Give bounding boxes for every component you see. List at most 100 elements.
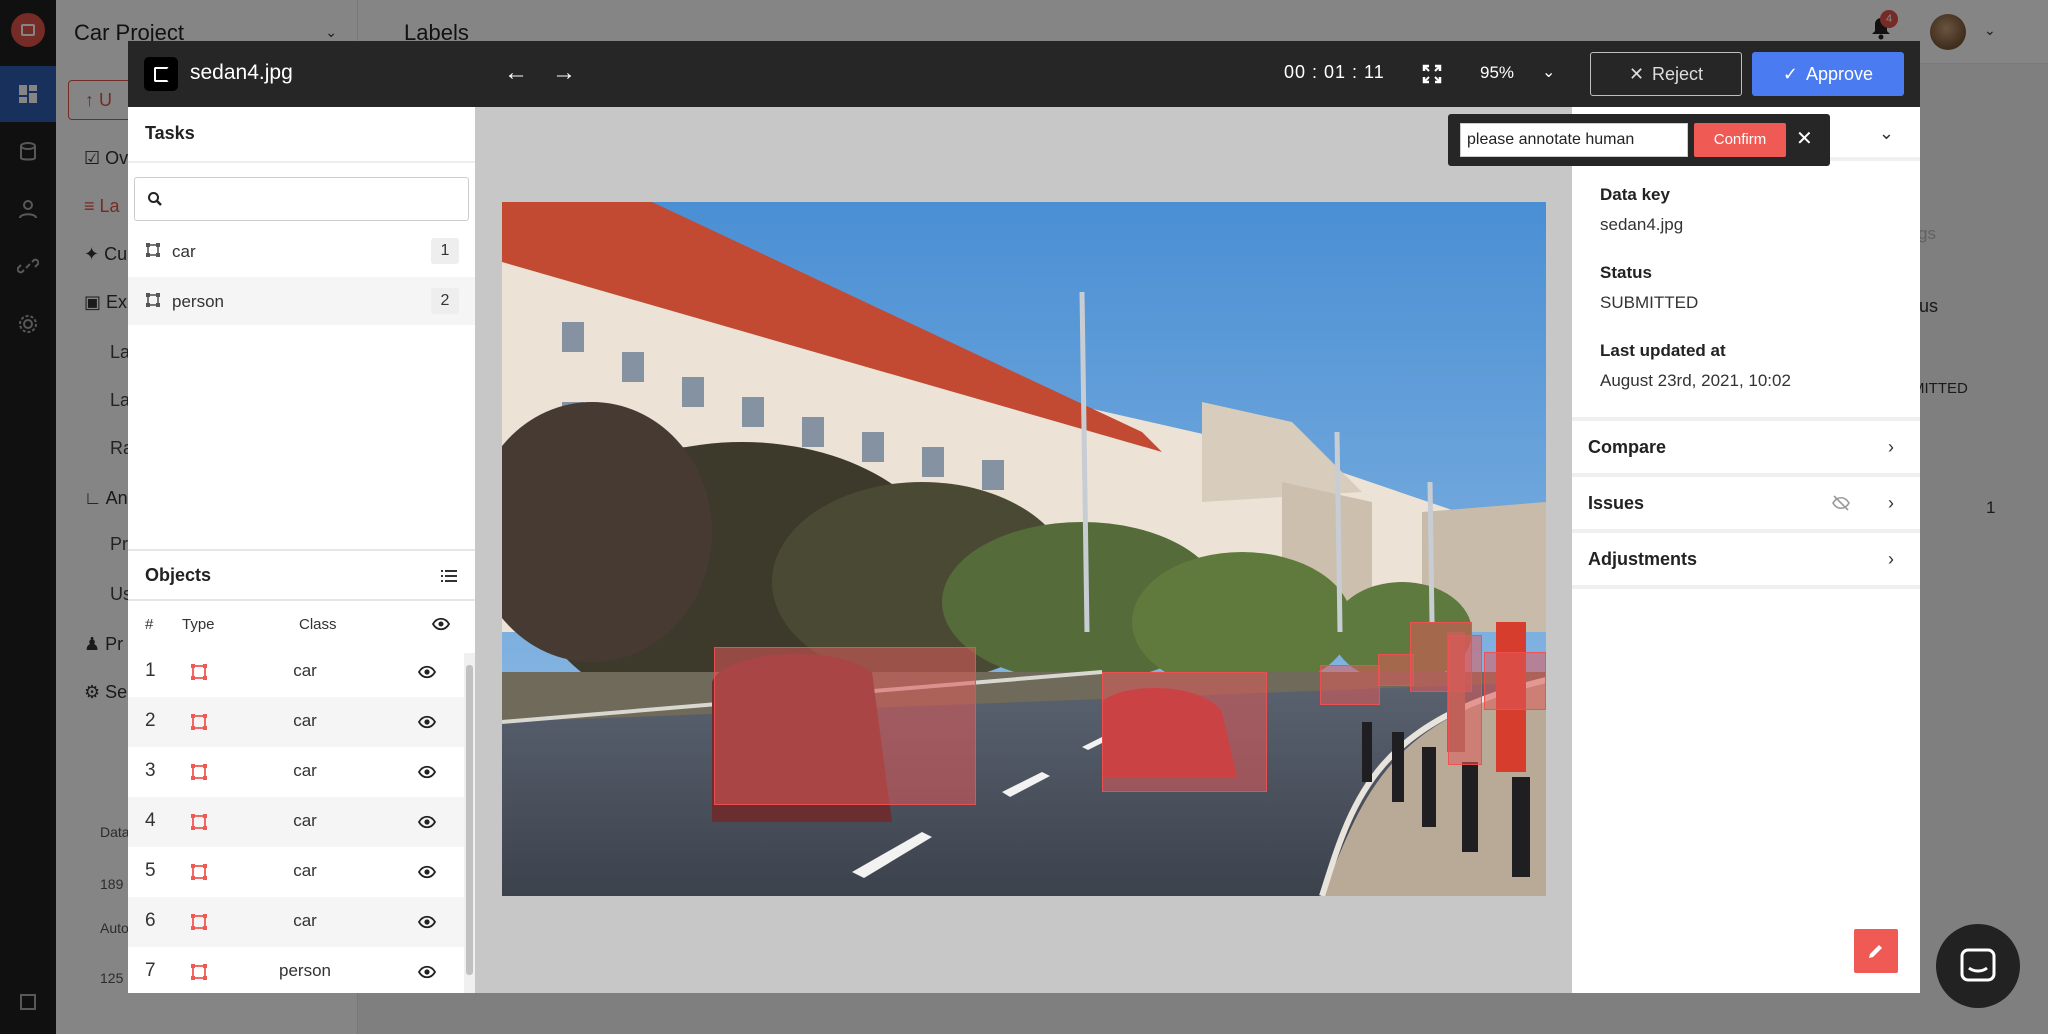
details-panel: ⌄ Data key sedan4.jpg Status SUBMITTED L… bbox=[1572, 107, 1920, 993]
objects-title: Objects bbox=[145, 565, 212, 585]
eye-icon[interactable] bbox=[418, 814, 436, 830]
tasks-objects-panel: Tasks car 1 person 2 Objects # Type Clas… bbox=[128, 107, 475, 993]
annotation-modal: sedan4.jpg ← → 00 : 01 : 11 95% ⌄ ✕ Rejec… bbox=[128, 41, 1920, 993]
object-num: 3 bbox=[145, 760, 156, 781]
object-num: 1 bbox=[145, 660, 156, 681]
col-type: Type bbox=[182, 616, 215, 633]
col-num: # bbox=[145, 616, 154, 633]
section-adjustments[interactable]: Adjustments › bbox=[1572, 529, 1920, 589]
task-count: 2 bbox=[431, 288, 459, 314]
object-row[interactable]: 2 car bbox=[128, 697, 464, 747]
section-title: Compare bbox=[1588, 437, 1667, 457]
objects-columns: # Type Class bbox=[128, 603, 475, 645]
object-row[interactable]: 1 car bbox=[128, 647, 464, 697]
object-class: car bbox=[293, 911, 317, 930]
fullscreen-icon[interactable] bbox=[1422, 64, 1442, 84]
eye-icon[interactable] bbox=[418, 914, 436, 930]
zoom-chevron-down-icon[interactable]: ⌄ bbox=[1542, 62, 1555, 82]
chat-launcher-button[interactable] bbox=[1936, 924, 2020, 1008]
bounding-box-icon bbox=[191, 814, 207, 830]
bounding-box-icon bbox=[191, 964, 207, 980]
object-num: 6 bbox=[145, 910, 156, 931]
status-label: Status bbox=[1600, 263, 1652, 282]
col-class: Class bbox=[299, 616, 337, 633]
task-item-car[interactable]: car 1 bbox=[128, 227, 475, 275]
object-num: 4 bbox=[145, 810, 156, 831]
task-count: 1 bbox=[431, 238, 459, 264]
section-issues[interactable]: Issues › bbox=[1572, 473, 1920, 529]
bounding-box-icon bbox=[191, 764, 207, 780]
search-icon bbox=[148, 192, 162, 206]
object-class: car bbox=[293, 711, 317, 730]
annotation-box-car[interactable] bbox=[714, 647, 976, 805]
object-class: car bbox=[293, 861, 317, 880]
close-icon[interactable]: ✕ bbox=[1796, 126, 1813, 151]
object-class: car bbox=[293, 661, 317, 680]
eye-icon[interactable] bbox=[418, 714, 436, 730]
object-row[interactable]: 5 car bbox=[128, 847, 464, 897]
confirm-button[interactable]: Confirm bbox=[1694, 123, 1786, 157]
objects-header: Objects bbox=[128, 549, 475, 601]
file-icon bbox=[144, 57, 178, 91]
tasks-title: Tasks bbox=[145, 123, 195, 143]
object-row[interactable]: 6 car bbox=[128, 897, 464, 947]
bounding-box-icon bbox=[191, 914, 207, 930]
issue-comment-popup: Confirm ✕ bbox=[1448, 114, 1830, 166]
eye-off-icon[interactable] bbox=[1832, 495, 1850, 511]
task-label: person bbox=[172, 292, 224, 311]
task-search-input[interactable] bbox=[134, 177, 469, 221]
section-title: Adjustments bbox=[1588, 549, 1698, 569]
bounding-box-icon bbox=[146, 293, 160, 307]
object-row[interactable]: 4 car bbox=[128, 797, 464, 847]
details-chevron-down-icon[interactable]: ⌄ bbox=[1879, 123, 1894, 144]
modal-header: sedan4.jpg ← → 00 : 01 : 11 95% ⌄ ✕ Rejec… bbox=[128, 41, 1920, 107]
arrow-left-icon[interactable]: ← bbox=[504, 59, 528, 87]
task-label: car bbox=[172, 242, 196, 261]
eye-icon[interactable] bbox=[418, 664, 436, 680]
list-icon[interactable] bbox=[441, 569, 457, 583]
bounding-box-icon bbox=[191, 664, 207, 680]
annotation-box-person[interactable] bbox=[1448, 635, 1482, 765]
section-title: Issues bbox=[1588, 493, 1645, 513]
annotation-box-car[interactable] bbox=[1320, 665, 1380, 705]
object-num: 2 bbox=[145, 710, 156, 731]
annotation-box-car[interactable] bbox=[1484, 652, 1546, 710]
eye-icon[interactable] bbox=[418, 764, 436, 780]
object-class: person bbox=[279, 961, 331, 980]
data-key-value: sedan4.jpg bbox=[1600, 215, 1684, 234]
reject-button[interactable]: ✕ Reject bbox=[1590, 52, 1742, 96]
timer: 00 : 01 : 11 bbox=[1284, 62, 1385, 82]
object-class: car bbox=[293, 811, 317, 830]
eye-icon[interactable] bbox=[418, 964, 436, 980]
annotation-box-car[interactable] bbox=[1102, 672, 1267, 792]
bounding-box-icon bbox=[191, 714, 207, 730]
chevron-right-icon: › bbox=[1888, 437, 1894, 457]
approve-button[interactable]: ✓ Approve bbox=[1752, 52, 1904, 96]
object-num: 5 bbox=[145, 860, 156, 881]
object-row[interactable]: 7 person bbox=[128, 947, 464, 997]
bounding-box-icon bbox=[146, 243, 160, 257]
object-num: 7 bbox=[145, 960, 156, 981]
arrow-right-icon[interactable]: → bbox=[552, 59, 576, 87]
annotation-box-car[interactable] bbox=[1378, 654, 1414, 686]
section-compare[interactable]: Compare › bbox=[1572, 417, 1920, 473]
data-key-label: Data key bbox=[1600, 185, 1670, 204]
object-row[interactable]: 3 car bbox=[128, 747, 464, 797]
file-name: sedan4.jpg bbox=[190, 61, 293, 84]
chevron-right-icon: › bbox=[1888, 493, 1894, 513]
issue-comment-input[interactable] bbox=[1460, 123, 1688, 157]
chat-icon bbox=[1960, 948, 1996, 982]
pencil-icon bbox=[1869, 945, 1882, 958]
task-item-person[interactable]: person 2 bbox=[128, 277, 475, 325]
eye-icon[interactable] bbox=[418, 864, 436, 880]
updated-value: August 23rd, 2021, 10:02 bbox=[1600, 371, 1791, 390]
street-scene-image bbox=[502, 202, 1546, 896]
updated-label: Last updated at bbox=[1600, 341, 1726, 360]
zoom-level[interactable]: 95% bbox=[1480, 63, 1514, 83]
eye-icon[interactable] bbox=[432, 617, 450, 631]
edit-pencil-button[interactable] bbox=[1854, 929, 1898, 973]
image-canvas[interactable] bbox=[502, 202, 1546, 896]
objects-scrollbar[interactable] bbox=[464, 653, 475, 993]
chevron-right-icon: › bbox=[1888, 549, 1894, 569]
object-class: car bbox=[293, 761, 317, 780]
